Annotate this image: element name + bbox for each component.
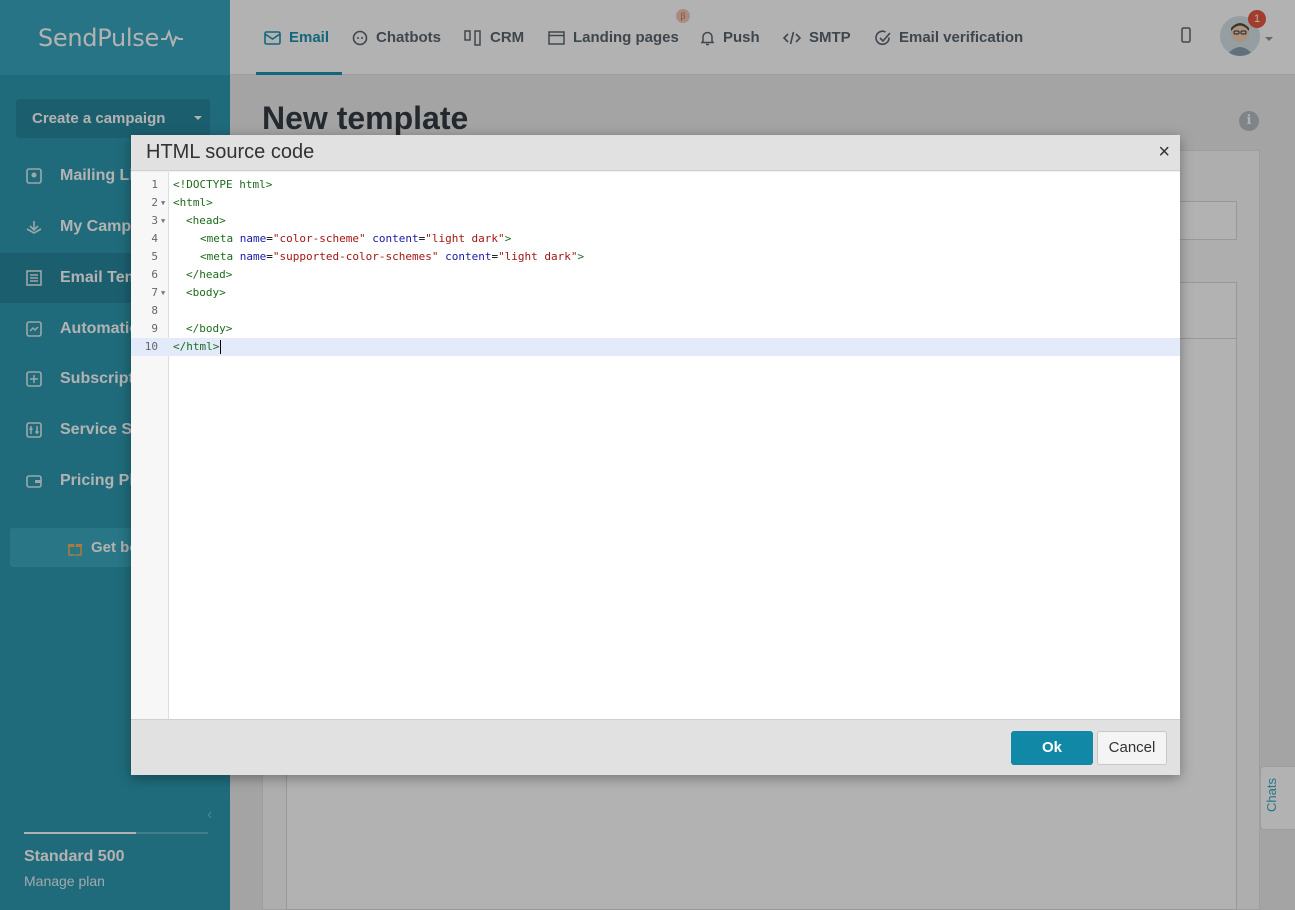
- line-number: 2: [151, 196, 158, 209]
- code-text: </body>: [186, 320, 232, 338]
- dialog-header: HTML source code ×: [131, 135, 1180, 171]
- code-token: >: [577, 250, 585, 263]
- code-token: <html>: [173, 196, 213, 209]
- code-text: <meta name="supported-color-schemes" con…: [200, 250, 585, 263]
- close-icon[interactable]: ×: [1158, 142, 1170, 162]
- code-text: </head>: [186, 266, 232, 284]
- code-line: 1 <!DOCTYPE html>: [131, 176, 1180, 194]
- line-number: 7: [151, 286, 158, 299]
- code-text: <head>: [186, 212, 226, 230]
- text-cursor: [220, 340, 222, 354]
- code-line: 7 ▼ <body>: [131, 284, 1180, 302]
- line-number: 3: [151, 214, 158, 227]
- fold-arrow-icon[interactable]: ▼: [161, 212, 165, 230]
- code-line-current: 10 </html>: [131, 338, 1180, 356]
- code-token: <meta: [200, 232, 234, 245]
- fold-arrow-icon[interactable]: ▼: [161, 284, 165, 302]
- line-number: 6: [151, 268, 158, 281]
- code-line: 4 <meta name="color-scheme" content="lig…: [131, 230, 1180, 248]
- code-text: <body>: [186, 284, 226, 302]
- code-token: </body>: [186, 322, 233, 335]
- code-line: 9 </body>: [131, 320, 1180, 338]
- code-token: </head>: [186, 268, 233, 281]
- code-token: "color-scheme": [272, 232, 366, 245]
- code-token: content: [372, 232, 419, 245]
- code-token: <meta: [200, 250, 234, 263]
- fold-arrow-icon[interactable]: ▼: [161, 194, 165, 212]
- code-token: name: [239, 232, 267, 245]
- line-number: 1: [151, 178, 158, 191]
- code-token: "light dark": [498, 250, 578, 263]
- code-token: >: [504, 232, 512, 245]
- code-line: 2 ▼ <html>: [131, 194, 1180, 212]
- code-token: content: [445, 250, 492, 263]
- cancel-button[interactable]: Cancel: [1097, 731, 1167, 765]
- code-token: name: [239, 250, 267, 263]
- line-number: 5: [151, 250, 158, 263]
- code-line: 3 ▼ <head>: [131, 212, 1180, 230]
- code-token: <!DOCTYPE html>: [173, 178, 273, 191]
- dialog-footer: Ok Cancel: [131, 719, 1180, 775]
- code-editor[interactable]: 1 <!DOCTYPE html> 2 ▼ <html> 3 ▼ <head> …: [131, 172, 1180, 719]
- code-text: <html>: [173, 194, 213, 212]
- code-token: "light dark": [425, 232, 505, 245]
- ok-button[interactable]: Ok: [1011, 731, 1093, 765]
- line-number: 9: [151, 322, 158, 335]
- code-token: </html>: [173, 340, 220, 353]
- code-line: 8: [131, 302, 1180, 320]
- code-line: 6 </head>: [131, 266, 1180, 284]
- code-token: <head>: [186, 214, 226, 227]
- code-text: <!DOCTYPE html>: [173, 176, 272, 194]
- code-token: <body>: [186, 286, 226, 299]
- line-number: 8: [151, 304, 158, 317]
- code-text: </html>: [173, 338, 222, 356]
- code-text: <meta name="color-scheme" content="light…: [200, 232, 512, 245]
- code-token: "supported-color-schemes": [272, 250, 439, 263]
- html-source-dialog: HTML source code × 1 <!DOCTYPE html> 2 ▼…: [131, 135, 1180, 775]
- line-number: 4: [151, 232, 158, 245]
- line-number: 10: [144, 340, 158, 353]
- code-line: 5 <meta name="supported-color-schemes" c…: [131, 248, 1180, 266]
- dialog-title: HTML source code: [146, 141, 315, 163]
